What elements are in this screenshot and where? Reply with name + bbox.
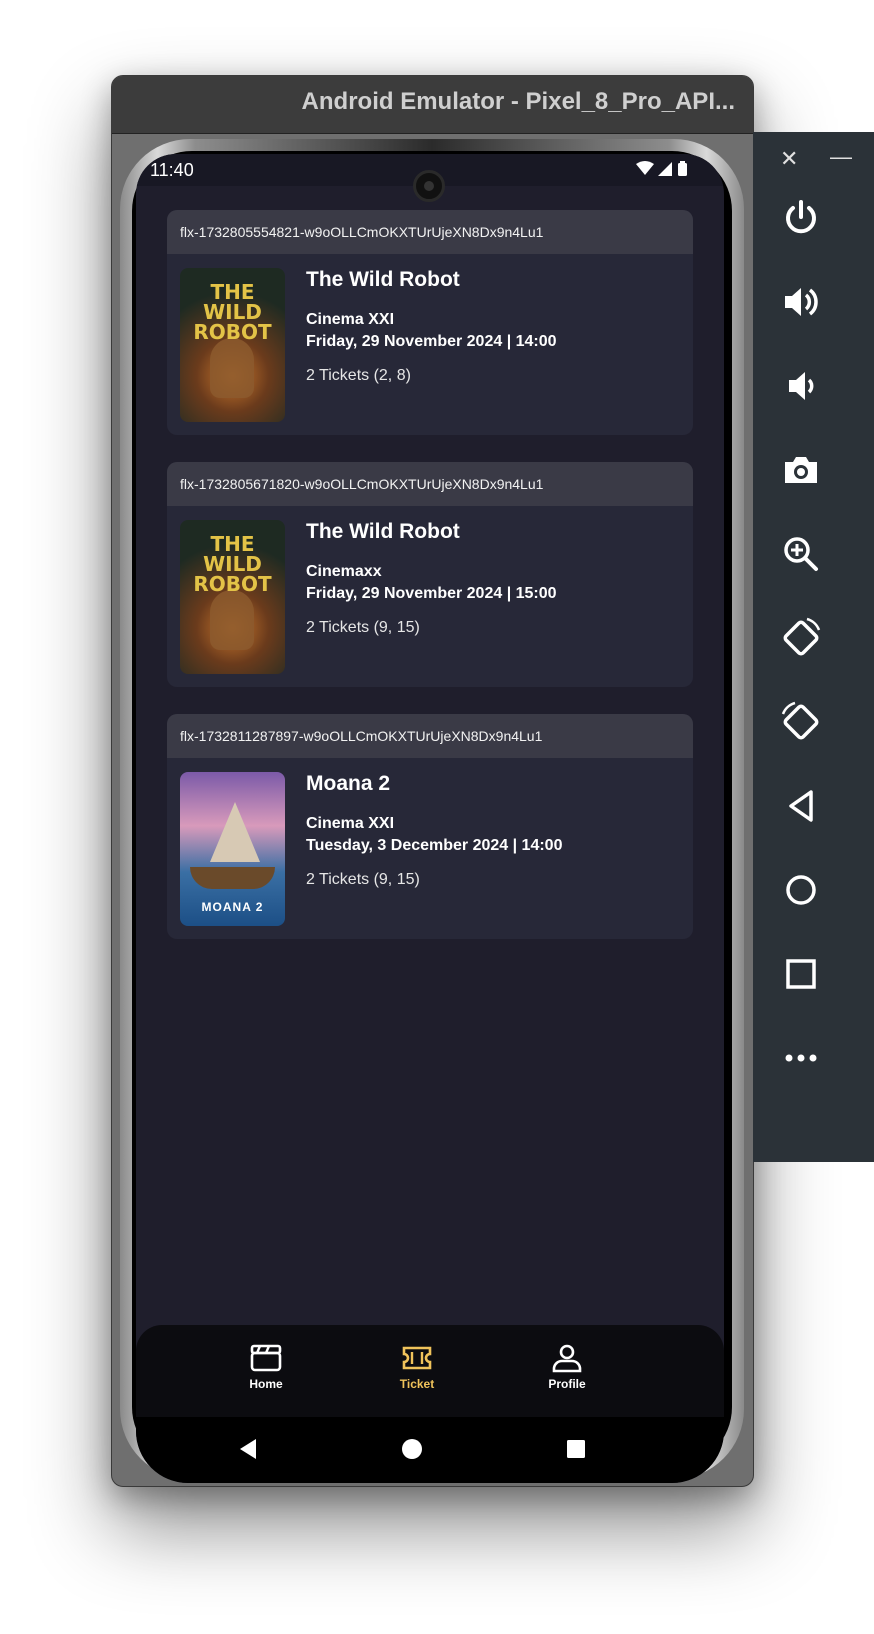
camera-icon <box>785 457 817 483</box>
person-icon <box>552 1344 582 1373</box>
rotate-right-icon <box>781 701 819 740</box>
nav-ticket[interactable]: Ticket <box>372 1343 462 1391</box>
cinema-name: Cinemaxx <box>306 563 382 580</box>
title-bar[interactable]: Android Emulator - Pixel_8_Pro_API... <box>112 76 753 134</box>
ticket-count: 2 Tickets (2, 8) <box>306 367 411 384</box>
sail-shape <box>210 802 260 862</box>
volume-down-button[interactable] <box>773 358 829 414</box>
overview-button[interactable] <box>773 946 829 1002</box>
status-icons <box>634 160 694 183</box>
showtime: Tuesday, 3 December 2024 | 14:00 <box>306 837 563 854</box>
booking-card[interactable]: flx-1732805554821-w9oOLLCmOKXTUrUjeXN8Dx… <box>167 210 693 435</box>
power-button[interactable] <box>773 190 829 246</box>
zoom-button[interactable] <box>773 526 829 582</box>
movie-poster: THE WILD ROBOT <box>180 268 285 422</box>
ticket-count: 2 Tickets (9, 15) <box>306 619 420 636</box>
system-navigation-bar <box>136 1417 724 1483</box>
nav-home[interactable]: Home <box>221 1343 311 1391</box>
boat-shape <box>190 867 275 889</box>
booking-id: flx-1732811287897-w9oOLLCmOKXTUrUjeXN8Dx… <box>167 714 693 758</box>
movie-title: The Wild Robot <box>306 268 460 291</box>
nav-profile[interactable]: Profile <box>522 1343 612 1391</box>
robot-figure <box>210 590 254 650</box>
showtime: Friday, 29 November 2024 | 14:00 <box>306 333 557 350</box>
clapperboard-icon <box>250 1344 282 1372</box>
ticket-count: 2 Tickets (9, 15) <box>306 871 420 888</box>
volume-down-icon <box>789 372 814 400</box>
overview-icon <box>786 959 816 989</box>
poster-text: THE WILD ROBOT <box>193 280 272 344</box>
phone-screen: 11:40 flx-1732805554821-w9oOLLCmOKXTUrUj… <box>136 154 724 1483</box>
movie-title: Moana 2 <box>306 772 391 795</box>
zoom-icon <box>784 537 818 571</box>
more-button[interactable] <box>773 1030 829 1086</box>
booking-card[interactable]: flx-1732805671820-w9oOLLCmOKXTUrUjeXN8Dx… <box>167 462 693 687</box>
system-back-icon[interactable] <box>236 1437 260 1461</box>
ticket-icon <box>402 1346 432 1370</box>
front-camera <box>413 170 445 202</box>
volume-up-button[interactable] <box>773 274 829 330</box>
volume-up-icon <box>785 288 818 316</box>
booking-id: flx-1732805671820-w9oOLLCmOKXTUrUjeXN8Dx… <box>167 462 693 506</box>
status-time: 11:40 <box>150 160 194 180</box>
movie-title: The Wild Robot <box>306 520 460 543</box>
cinema-name: Cinema XXI <box>306 311 395 328</box>
bottom-navigation: Home Ticket Profile <box>136 1325 724 1417</box>
panel-window-controls: ✕ — <box>753 144 874 176</box>
movie-poster: MOANA 2 <box>180 772 285 926</box>
cinema-name: Cinema XXI <box>306 815 395 832</box>
booking-card[interactable]: flx-1732811287897-w9oOLLCmOKXTUrUjeXN8Dx… <box>167 714 693 939</box>
system-home-icon[interactable] <box>400 1437 424 1461</box>
poster-text: THE WILD ROBOT <box>193 532 272 596</box>
movie-poster: THE WILD ROBOT <box>180 520 285 674</box>
rotate-left-icon <box>783 617 821 656</box>
close-icon[interactable]: ✕ <box>780 146 798 172</box>
back-icon <box>789 790 813 822</box>
robot-figure <box>210 338 254 398</box>
system-overview-icon[interactable] <box>564 1437 588 1461</box>
home-icon <box>786 875 816 905</box>
rotate-right-button[interactable] <box>773 694 829 750</box>
booking-id: flx-1732805554821-w9oOLLCmOKXTUrUjeXN8Dx… <box>167 210 693 254</box>
rotate-left-button[interactable] <box>773 610 829 666</box>
nav-ticket-label: Ticket <box>399 1377 435 1391</box>
nav-profile-label: Profile <box>548 1377 586 1391</box>
emulator-controls-panel: ✕ — <box>753 132 874 1162</box>
poster-text: MOANA 2 <box>201 900 264 914</box>
home-button[interactable] <box>773 862 829 918</box>
window-title: Android Emulator - Pixel_8_Pro_API... <box>301 88 735 115</box>
screenshot-button[interactable] <box>773 442 829 498</box>
back-button[interactable] <box>773 778 829 834</box>
showtime: Friday, 29 November 2024 | 15:00 <box>306 585 557 602</box>
more-icon <box>785 1054 817 1062</box>
nav-home-label: Home <box>249 1377 283 1391</box>
minimize-icon[interactable]: — <box>830 144 852 170</box>
wifi-signal-battery-icon <box>636 161 687 176</box>
power-icon <box>786 200 816 234</box>
